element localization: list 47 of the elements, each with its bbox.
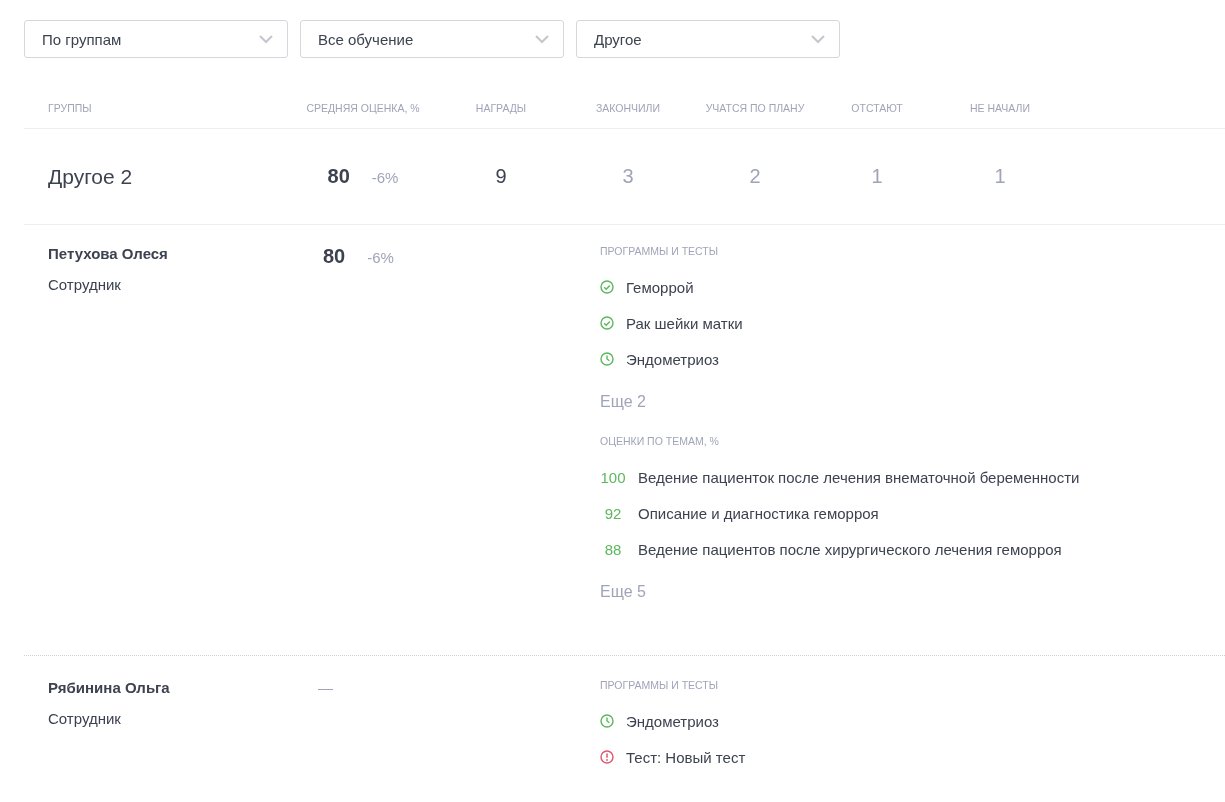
program-title: Рак шейки матки [626, 314, 743, 332]
employee-role: Сотрудник [48, 276, 122, 293]
employee-role: Сотрудник [48, 710, 122, 727]
section-label: ОЦЕНКИ ПО ТЕМАМ, % [600, 435, 720, 447]
average-score: 80 [323, 245, 346, 268]
column-header: ГРУППЫ [47, 102, 93, 114]
chevron-down-icon [259, 34, 273, 44]
finished-count: 3 [621, 165, 635, 188]
column-header: СРЕДНЯЯ ОЦЕНКА, % [305, 102, 421, 114]
group-name: Другое 2 [47, 164, 134, 189]
clock-icon [600, 714, 614, 728]
program-title: Эндометриоз [626, 350, 719, 368]
chevron-down-icon [811, 34, 825, 44]
employee-name: Рябинина Ольга [48, 679, 171, 696]
program-title: Эндометриоз [626, 712, 719, 730]
score-change: -6% [371, 169, 399, 186]
score-change: -6% [367, 249, 394, 266]
clock-icon [600, 352, 614, 366]
column-header: ЗАКОНЧИЛИ [594, 102, 662, 114]
warning-circle-icon [600, 750, 614, 764]
behind-count: 1 [870, 165, 884, 188]
not-started-count: 1 [993, 165, 1007, 188]
program-title: Тест: Новый тест [626, 748, 746, 766]
filter-dropdown[interactable]: Все обучение [300, 20, 564, 58]
employee-name: Петухова Олеся [48, 245, 169, 262]
column-header: НАГРАДЫ [474, 102, 528, 114]
topic-score: 92 [603, 504, 623, 522]
check-circle-icon [600, 280, 614, 294]
filter-dropdown[interactable]: Другое [576, 20, 840, 58]
column-header: ОТСТАЮТ [850, 102, 904, 114]
column-header: НЕ НАЧАЛИ [969, 102, 1031, 114]
on-plan-count: 2 [748, 165, 762, 188]
topic-title: Ведение пациенток после лечения внематочной беременности [638, 468, 1080, 486]
average-score: — [317, 679, 333, 696]
awards-count: 9 [494, 165, 508, 188]
topic-score: 100 [600, 468, 626, 486]
average-score: 80 [327, 165, 350, 188]
topic-title: Описание и диагностика геморроя [638, 504, 879, 522]
column-header: УЧАТСЯ ПО ПЛАНУ [704, 102, 806, 114]
check-circle-icon [600, 316, 614, 330]
chevron-down-icon [535, 34, 549, 44]
program-title: Геморрой [626, 278, 694, 296]
filter-dropdown[interactable]: По группам [24, 20, 288, 58]
section-label: ПРОГРАММЫ И ТЕСТЫ [600, 679, 719, 691]
topic-title: Ведение пациентов после хирургического лечения геморроя [638, 540, 1062, 558]
section-label: ПРОГРАММЫ И ТЕСТЫ [600, 245, 719, 257]
topic-score: 88 [603, 540, 623, 558]
